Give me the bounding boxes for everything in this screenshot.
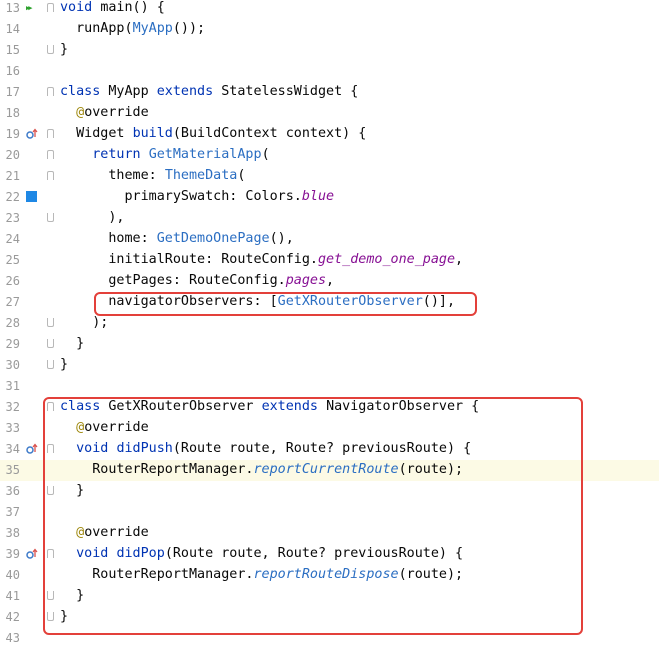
line-number: 36 — [5, 484, 20, 498]
override-icon[interactable] — [26, 128, 38, 140]
code-line[interactable]: 23 ), — [0, 208, 659, 229]
code-line[interactable]: 14 runApp(MyApp()); — [0, 19, 659, 40]
line-number: 32 — [5, 400, 20, 414]
line-number: 42 — [5, 610, 20, 624]
code-text: getPages: RouteConfig.pages, — [60, 273, 335, 288]
code-text: } — [60, 336, 85, 351]
code-line[interactable]: 26 getPages: RouteConfig.pages, — [0, 271, 659, 292]
code-text: ), — [60, 210, 125, 225]
code-line[interactable]: 16 — [0, 61, 659, 82]
line-number: 16 — [5, 64, 20, 78]
override-icon[interactable] — [26, 548, 38, 560]
code-text: class MyApp extends StatelessWidget { — [60, 84, 359, 99]
code-line[interactable]: 30} — [0, 355, 659, 376]
line-number: 40 — [5, 568, 20, 582]
line-number: 34 — [5, 442, 20, 456]
code-line[interactable]: 25 initialRoute: RouteConfig.get_demo_on… — [0, 250, 659, 271]
line-number: 24 — [5, 232, 20, 246]
code-text: } — [60, 42, 69, 57]
code-line[interactable]: 15} — [0, 40, 659, 61]
line-number: 20 — [5, 148, 20, 162]
line-number: 35 — [5, 463, 20, 477]
code-line[interactable]: 31 — [0, 376, 659, 397]
code-line[interactable]: 22 primarySwatch: Colors.blue — [0, 187, 659, 208]
fold-marker-icon[interactable] — [47, 129, 54, 138]
line-number: 25 — [5, 253, 20, 267]
code-line[interactable]: 13 ▶▶ void main() { — [0, 0, 659, 19]
code-text: Widget build(BuildContext context) { — [60, 126, 367, 141]
line-number: 33 — [5, 421, 20, 435]
highlight-box-observer-class — [43, 397, 583, 635]
line-number: 26 — [5, 274, 20, 288]
code-text: ); — [60, 315, 109, 330]
code-line[interactable]: 17 class MyApp extends StatelessWidget { — [0, 82, 659, 103]
code-line[interactable]: 21 theme: ThemeData( — [0, 166, 659, 187]
code-text: runApp(MyApp()); — [60, 21, 206, 36]
code-line[interactable]: 29 } — [0, 334, 659, 355]
code-text: } — [60, 357, 69, 372]
line-number: 28 — [5, 316, 20, 330]
run-icon[interactable]: ▶▶ — [26, 2, 38, 14]
line-number: 14 — [5, 22, 20, 36]
fold-marker-icon[interactable] — [47, 87, 54, 96]
code-line[interactable]: 28 ); — [0, 313, 659, 334]
color-swatch-icon[interactable] — [26, 191, 37, 202]
line-number: 15 — [5, 43, 20, 57]
fold-marker-icon[interactable] — [47, 150, 54, 159]
fold-marker-icon[interactable] — [47, 213, 54, 222]
line-number: 39 — [5, 547, 20, 561]
line-number: 38 — [5, 526, 20, 540]
fold-marker-icon[interactable] — [47, 339, 54, 348]
line-number: 19 — [5, 127, 20, 141]
line-number: 29 — [5, 337, 20, 351]
code-text: home: GetDemoOnePage(), — [60, 231, 294, 246]
line-number: 22 — [5, 190, 20, 204]
line-number: 37 — [5, 505, 20, 519]
line-number: 18 — [5, 106, 20, 120]
fold-marker-icon[interactable] — [47, 45, 54, 54]
code-editor[interactable]: 13 ▶▶ void main() {14 runApp(MyApp()); 15} 1… — [0, 0, 659, 650]
code-text: primarySwatch: Colors.blue — [60, 189, 335, 204]
highlight-box-navigator-observers — [94, 292, 477, 316]
fold-marker-icon[interactable] — [47, 3, 54, 12]
code-line[interactable]: 19 Widget build(BuildContext context) { — [0, 124, 659, 145]
code-text: @override — [60, 105, 149, 120]
code-text: initialRoute: RouteConfig.get_demo_one_p… — [60, 252, 464, 267]
line-number: 23 — [5, 211, 20, 225]
line-number: 41 — [5, 589, 20, 603]
line-number: 31 — [5, 379, 20, 393]
line-number: 21 — [5, 169, 20, 183]
line-number: 13 — [5, 1, 20, 15]
fold-marker-icon[interactable] — [47, 360, 54, 369]
fold-marker-icon[interactable] — [47, 171, 54, 180]
code-text: return GetMaterialApp( — [60, 147, 270, 162]
line-number: 30 — [5, 358, 20, 372]
code-text: void main() { — [60, 0, 165, 15]
line-number: 43 — [5, 631, 20, 645]
override-icon[interactable] — [26, 443, 38, 455]
fold-marker-icon[interactable] — [47, 318, 54, 327]
code-line[interactable]: 18 @override — [0, 103, 659, 124]
line-number: 17 — [5, 85, 20, 99]
line-number: 27 — [5, 295, 20, 309]
code-text: theme: ThemeData( — [60, 168, 246, 183]
code-line[interactable]: 20 return GetMaterialApp( — [0, 145, 659, 166]
code-line[interactable]: 24 home: GetDemoOnePage(), — [0, 229, 659, 250]
